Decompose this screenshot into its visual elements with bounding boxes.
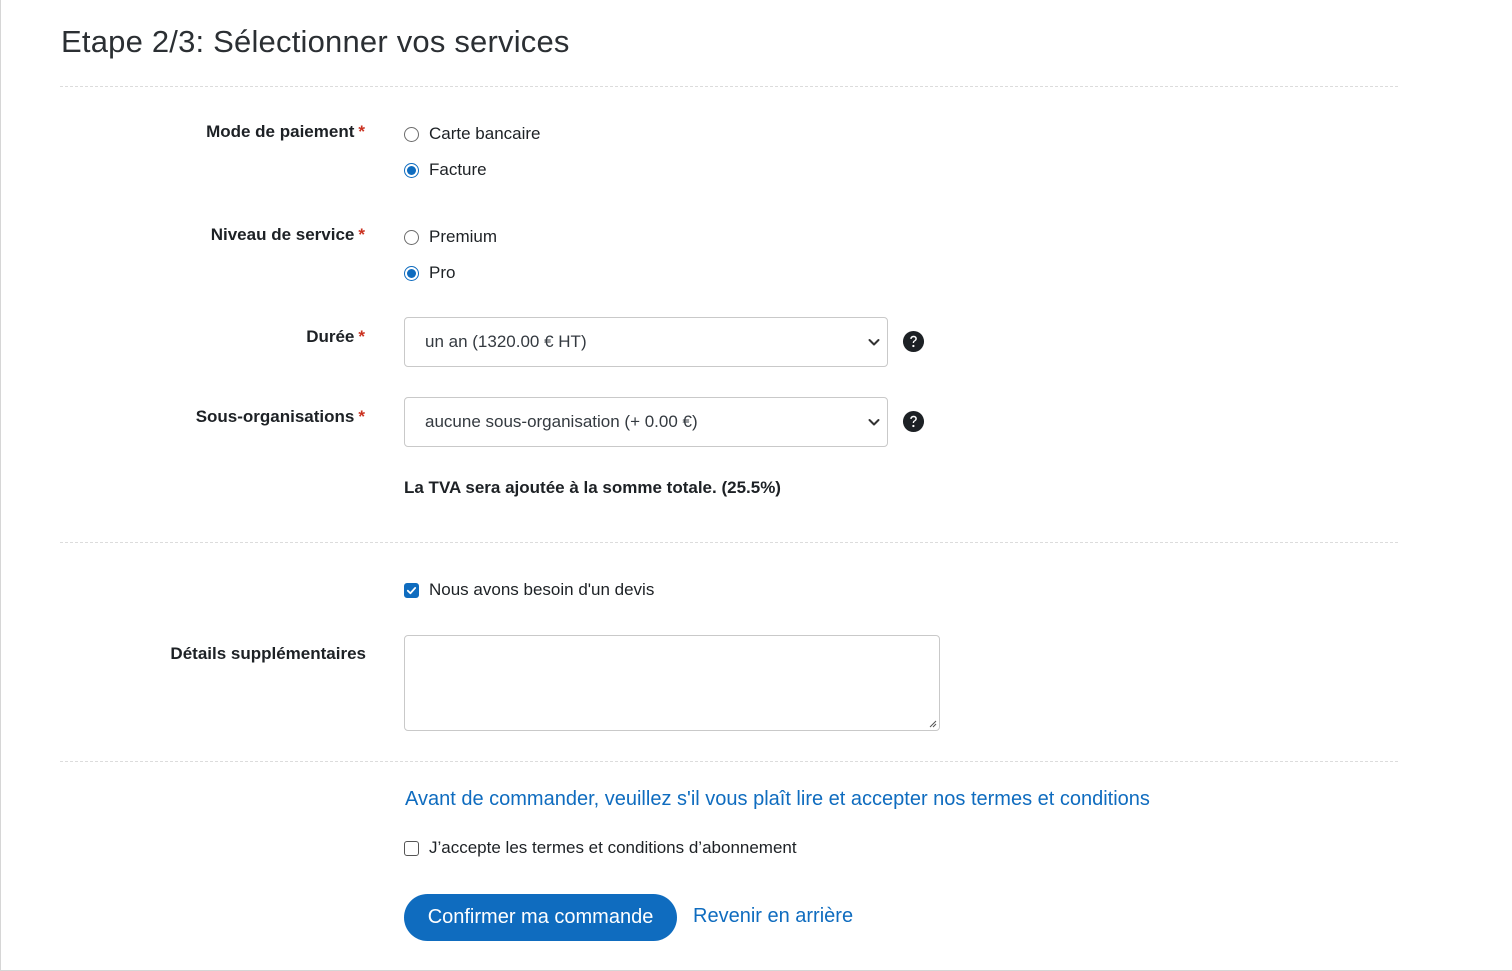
service-option-premium[interactable]: Premium <box>404 225 497 249</box>
payment-option-card[interactable]: Carte bancaire <box>404 122 541 146</box>
details-label-text: Détails supplémentaires <box>170 644 366 663</box>
page-title: Etape 2/3: Sélectionner vos services <box>61 24 570 59</box>
duration-label-text: Durée <box>306 327 355 346</box>
required-marker: * <box>358 122 365 141</box>
payment-option-card-label: Carte bancaire <box>429 124 541 143</box>
service-option-pro-label: Pro <box>429 263 456 282</box>
payment-option-invoice-label: Facture <box>429 160 487 179</box>
radio-unchecked[interactable] <box>404 229 419 245</box>
service-level-label-text: Niveau de service <box>210 225 355 244</box>
accept-terms-label: J’accepte les termes et conditions d’abo… <box>429 838 797 857</box>
service-level-label: Niveau de service * <box>211 225 365 245</box>
sub-orgs-label: Sous-organisations * <box>196 407 365 427</box>
vat-note: La TVA sera ajoutée à la somme totale. (… <box>404 478 781 497</box>
quote-checkbox[interactable]: Nous avons besoin d'un devis <box>404 578 654 602</box>
required-marker: * <box>358 407 365 426</box>
page-frame: Etape 2/3: Sélectionner vos services Mod… <box>0 0 1512 971</box>
check-icon <box>406 586 417 594</box>
resize-grip-icon[interactable] <box>927 718 937 728</box>
service-option-pro[interactable]: Pro <box>404 261 455 285</box>
duration-select[interactable]: un an (1320.00 € HT) <box>404 317 888 367</box>
chevron-down-icon <box>868 419 880 426</box>
sub-orgs-select[interactable]: aucune sous-organisation (+ 0.00 €) <box>404 397 888 447</box>
checkbox-unchecked[interactable] <box>404 840 419 856</box>
divider <box>60 761 1398 762</box>
checkbox-checked[interactable] <box>404 582 419 598</box>
accept-terms-checkbox[interactable]: J’accepte les termes et conditions d’abo… <box>404 836 797 860</box>
question-circle-icon[interactable] <box>902 330 925 353</box>
sub-orgs-label-text: Sous-organisations <box>195 407 355 426</box>
sub-orgs-selected-value: aucune sous-organisation (+ 0.00 €) <box>425 412 698 431</box>
radio-unchecked[interactable] <box>404 126 419 142</box>
required-marker: * <box>358 225 365 244</box>
confirm-order-button[interactable]: Confirmer ma commande <box>404 894 677 941</box>
chevron-down-icon <box>868 339 880 346</box>
quote-checkbox-label: Nous avons besoin d'un devis <box>429 580 655 599</box>
duration-label: Durée * <box>306 327 365 347</box>
details-textarea[interactable] <box>404 635 940 731</box>
payment-label: Mode de paiement * <box>206 122 365 142</box>
payment-label-text: Mode de paiement <box>206 122 355 141</box>
divider <box>60 542 1398 543</box>
terms-conditions-link[interactable]: Avant de commander, veuillez s'il vous p… <box>405 788 1150 811</box>
divider <box>60 86 1398 87</box>
radio-checked[interactable] <box>404 162 419 178</box>
details-label: Détails supplémentaires <box>170 644 366 664</box>
radio-checked[interactable] <box>404 265 419 281</box>
go-back-link[interactable]: Revenir en arrière <box>693 905 853 928</box>
duration-selected-value: un an (1320.00 € HT) <box>425 332 587 351</box>
question-circle-icon[interactable] <box>902 410 925 433</box>
required-marker: * <box>358 327 365 346</box>
service-option-premium-label: Premium <box>429 227 498 246</box>
payment-option-invoice[interactable]: Facture <box>404 158 487 182</box>
